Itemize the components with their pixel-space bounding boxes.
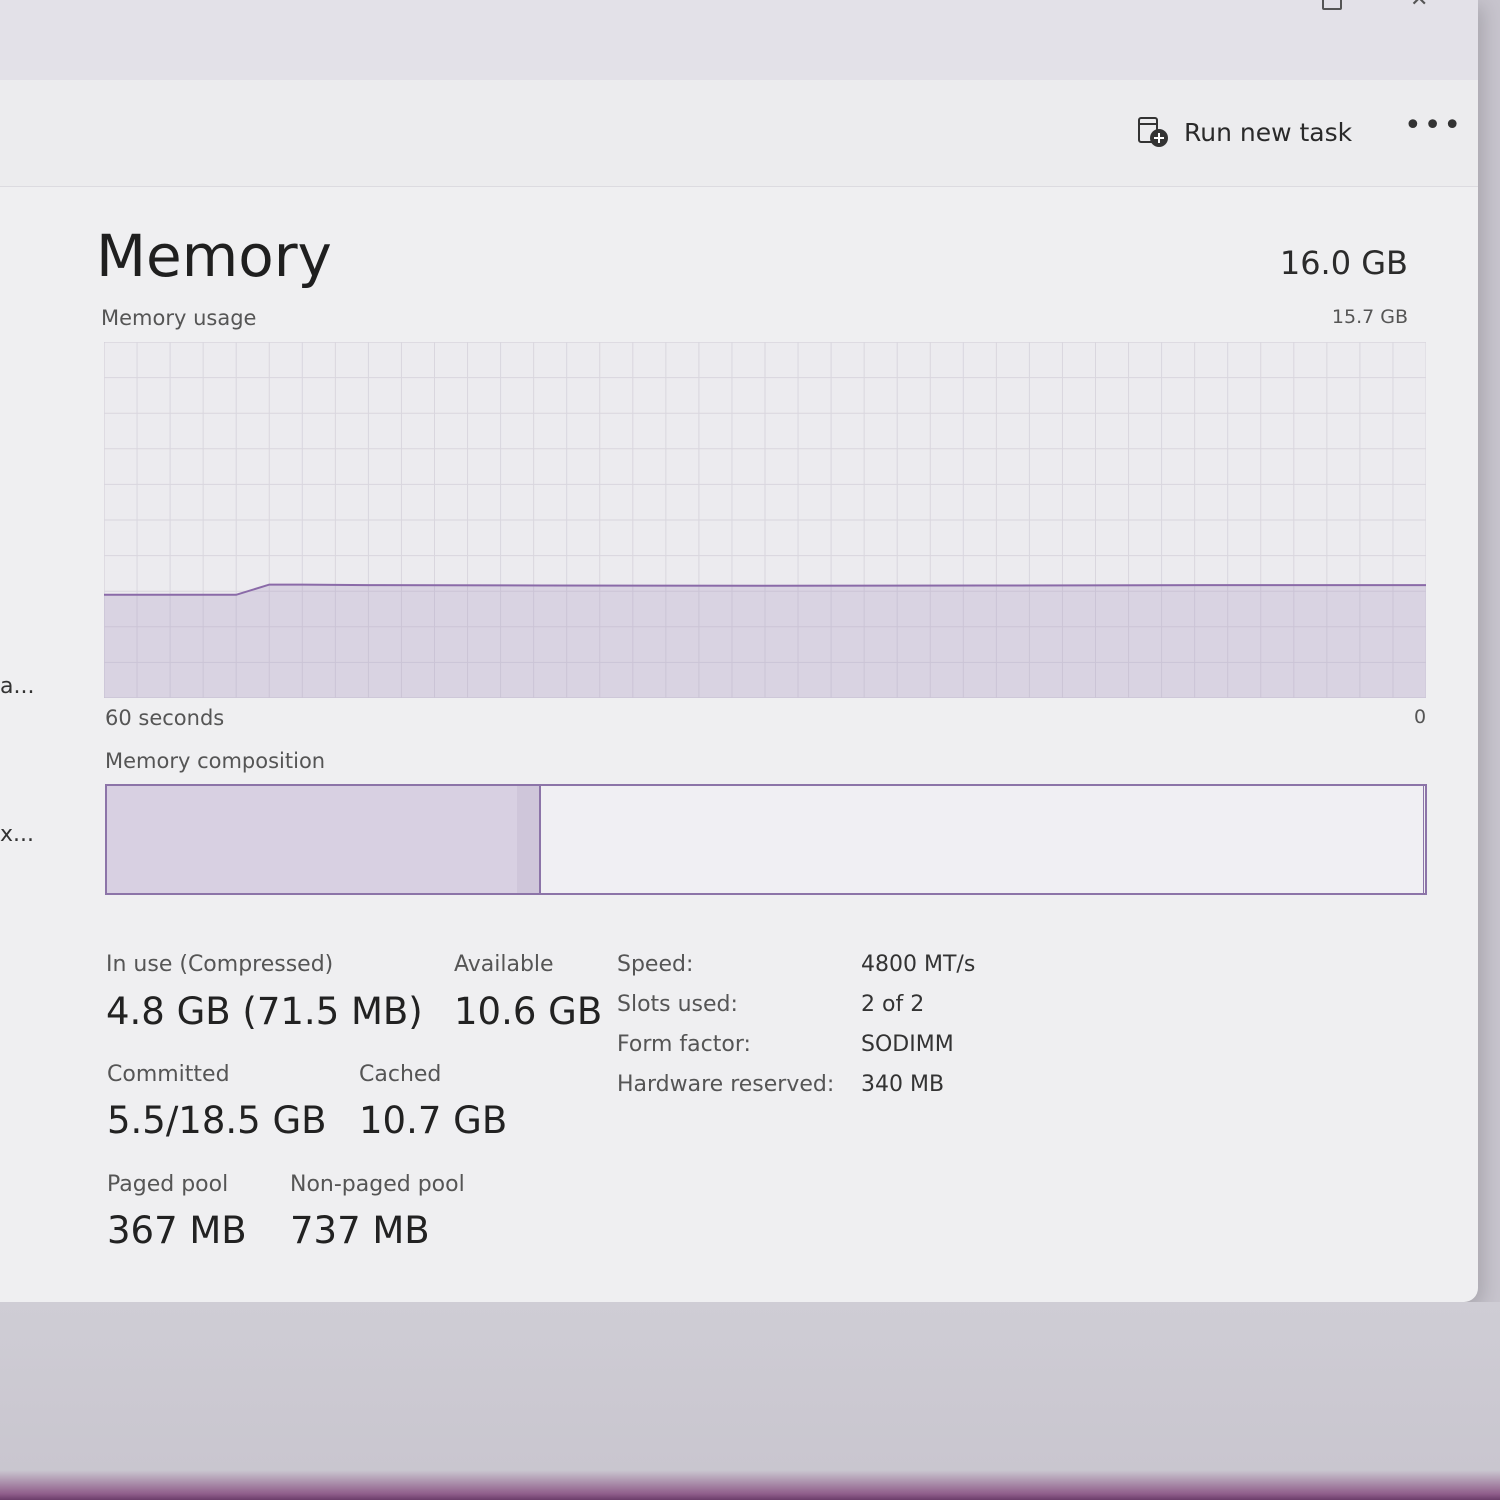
committed-value: 5.5/18.5 GB	[107, 1099, 327, 1142]
task-manager-window: ✕ a... x... Run new task ••• Memory 16.0…	[0, 0, 1478, 1302]
title-bar: ✕	[0, 0, 1478, 80]
in-use-value: 4.8 GB (71.5 MB)	[106, 990, 423, 1033]
memory-composition-label: Memory composition	[105, 749, 326, 773]
non-paged-pool-label: Non-paged pool	[290, 1172, 465, 1197]
form-factor-value: SODIMM	[861, 1032, 954, 1057]
close-icon: ✕	[1410, 0, 1428, 12]
memory-composition-bar	[105, 784, 1427, 895]
slots-used-value: 2 of 2	[861, 992, 925, 1017]
more-icon: •••	[1404, 108, 1464, 143]
available-value: 10.6 GB	[454, 990, 603, 1033]
run-task-icon	[1136, 115, 1170, 149]
run-new-task-label: Run new task	[1184, 117, 1353, 147]
usage-area	[104, 584, 1426, 698]
paged-pool-label: Paged pool	[107, 1172, 229, 1197]
non-paged-pool-value: 737 MB	[290, 1209, 430, 1252]
cached-label: Cached	[359, 1062, 442, 1087]
composition-modified	[516, 786, 541, 893]
hardware-reserved-value: 340 MB	[861, 1072, 945, 1097]
form-factor-label: Form factor:	[617, 1032, 751, 1057]
paged-pool-value: 367 MB	[107, 1209, 247, 1252]
slots-used-label: Slots used:	[617, 992, 738, 1017]
run-new-task-button[interactable]: Run new task	[1136, 112, 1352, 152]
close-button[interactable]: ✕	[1410, 0, 1450, 20]
committed-label: Committed	[107, 1062, 230, 1087]
desktop-background	[0, 1302, 1500, 1500]
maximize-button[interactable]	[1310, 0, 1350, 20]
cached-value: 10.7 GB	[359, 1099, 508, 1142]
sidebar-item-truncated-a[interactable]: a...	[0, 674, 34, 699]
composition-standby	[1423, 786, 1426, 893]
memory-usage-max: 15.7 GB	[1331, 306, 1408, 328]
available-label: Available	[454, 952, 554, 977]
total-memory: 16.0 GB	[1279, 244, 1408, 282]
sidebar-item-truncated-x[interactable]: x...	[0, 822, 34, 847]
speed-value: 4800 MT/s	[861, 952, 976, 977]
memory-usage-chart	[104, 342, 1426, 698]
time-axis-end: 0	[1414, 706, 1427, 728]
memory-usage-label: Memory usage	[101, 306, 257, 330]
page-title: Memory	[96, 222, 332, 290]
in-use-label: In use (Compressed)	[106, 952, 334, 977]
composition-in-use	[107, 786, 518, 893]
time-axis-start: 60 seconds	[105, 706, 225, 730]
speed-label: Speed:	[617, 952, 694, 977]
more-options-button[interactable]: •••	[1404, 111, 1461, 152]
hardware-reserved-label: Hardware reserved:	[617, 1072, 835, 1097]
